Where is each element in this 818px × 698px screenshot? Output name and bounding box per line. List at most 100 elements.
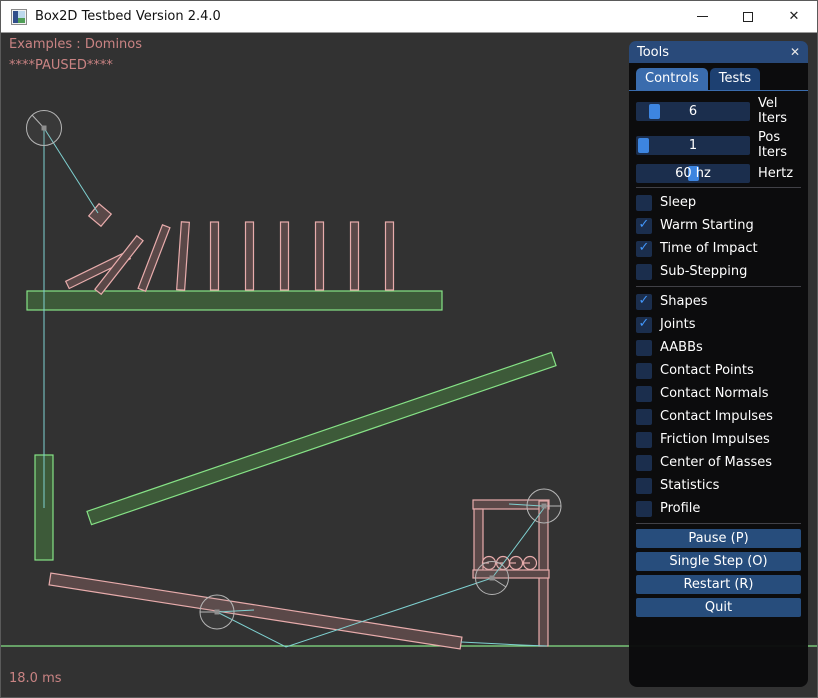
single-step-o-button[interactable]: Single Step (O) [636,552,801,571]
checkbox-statistics[interactable] [636,478,652,494]
tab-tests[interactable]: Tests [710,68,760,90]
checkbox-label: Time of Impact [660,241,758,256]
checkbox-contact-impulses[interactable] [636,409,652,425]
checkbox-label: Warm Starting [660,218,754,233]
checkbox-row-contact-normals[interactable]: Contact Normals [629,382,808,405]
window-controls: ✕ [679,1,817,32]
slider-row-vel-iters: 6 Vel Iters [636,96,801,126]
dynamic-body-0 [89,204,112,227]
checkbox-row-statistics[interactable]: Statistics [629,474,808,497]
restart-r-button[interactable]: Restart (R) [636,575,801,594]
slider-pos-iters[interactable]: 1 [636,136,750,155]
separator [636,187,801,188]
slider-row-pos-iters: 1 Pos Iters [636,130,801,160]
checkbox-warm-starting[interactable]: ✓ [636,218,652,234]
checkbox-label: Contact Normals [660,386,769,401]
checkbox-label: Contact Impulses [660,409,773,424]
check-icon: ✓ [639,294,650,307]
close-icon: ✕ [789,10,800,23]
checkbox-friction-impulses[interactable] [636,432,652,448]
paused-status-text: ****PAUSED**** [9,58,113,73]
separator [636,523,801,524]
dynamic-body-3 [138,225,170,291]
slider-label: Vel Iters [758,96,801,126]
panel-body: 6 Vel Iters 1 Pos Iters 60 hz Hertz Sleep ✓ Warm… [629,91,808,617]
checkbox-shapes[interactable]: ✓ [636,294,652,310]
slider-vel-iters[interactable]: 6 [636,102,750,121]
dynamic-body-5 [211,222,219,290]
checkbox-row-center-of-masses[interactable]: Center of Masses [629,451,808,474]
slider-label: Hertz [758,166,793,181]
app-window: Examples : Dominos ****PAUSED**** 18.0 m… [0,0,818,698]
checkbox-label: Center of Masses [660,455,772,470]
dynamic-body-6 [246,222,254,290]
checkbox-label: Friction Impulses [660,432,770,447]
dynamic-body-10 [386,222,394,290]
checkbox-row-contact-points[interactable]: Contact Points [629,359,808,382]
tools-panel-header[interactable]: Tools ✕ [629,41,808,63]
checkbox-sub-stepping[interactable] [636,264,652,280]
quit-button[interactable]: Quit [636,598,801,617]
checkbox-row-warm-starting[interactable]: ✓ Warm Starting [629,214,808,237]
slider-hertz[interactable]: 60 hz [636,164,750,183]
checkbox-profile[interactable] [636,501,652,517]
checkbox-row-sub-stepping[interactable]: Sub-Stepping [629,260,808,283]
checkbox-row-sleep[interactable]: Sleep [629,191,808,214]
checkbox-contact-normals[interactable] [636,386,652,402]
joint-anchor-3 [542,504,547,509]
checkbox-row-shapes[interactable]: ✓ Shapes [629,290,808,313]
slider-label: Pos Iters [758,130,801,160]
dynamic-body-12 [474,509,483,571]
check-icon: ✓ [639,218,650,231]
checkbox-sleep[interactable] [636,195,652,211]
checkbox-row-contact-impulses[interactable]: Contact Impulses [629,405,808,428]
buttons-block: Pause (P) Single Step (O) Restart (R) Quit [629,527,808,617]
checkbox-row-profile[interactable]: Profile [629,497,808,520]
dynamic-body-9 [351,222,359,290]
tools-panel: Tools ✕ ControlsTests 6 Vel Iters 1 Pos Ite… [629,41,808,687]
checkbox-row-joints[interactable]: ✓ Joints [629,313,808,336]
checkbox-label: Statistics [660,478,719,493]
checkbox-label: Sleep [660,195,696,210]
checkbox-time-of-impact[interactable]: ✓ [636,241,652,257]
panel-close-icon[interactable]: ✕ [790,46,800,58]
checkbox-row-time-of-impact[interactable]: ✓ Time of Impact [629,237,808,260]
dynamic-body-15 [49,573,462,649]
dynamic-body-8 [316,222,324,290]
close-button[interactable]: ✕ [771,1,817,32]
checkbox-row-friction-impulses[interactable]: Friction Impulses [629,428,808,451]
slider-value: 60 hz [636,164,750,183]
static-plank-1 [87,352,556,524]
tools-panel-title: Tools [637,45,669,60]
joint-anchor-0 [42,126,47,131]
maximize-button[interactable] [725,1,771,32]
joint-anchor-2 [490,576,495,581]
checkbox-center-of-masses[interactable] [636,455,652,471]
checkbox-row-aabbs[interactable]: AABBs [629,336,808,359]
joint-anchor-1 [215,610,220,615]
checkbox-label: AABBs [660,340,703,355]
checkbox-label: Profile [660,501,700,516]
check-icon: ✓ [639,317,650,330]
checkbox-joints[interactable]: ✓ [636,317,652,333]
slider-value: 1 [636,136,750,155]
checkbox-contact-points[interactable] [636,363,652,379]
pause-p-button[interactable]: Pause (P) [636,529,801,548]
tab-controls[interactable]: Controls [636,68,708,90]
dynamic-body-4 [177,222,190,290]
minimize-icon [697,16,708,17]
checkbox-label: Contact Points [660,363,754,378]
slider-value: 6 [636,102,750,121]
minimize-button[interactable] [679,1,725,32]
checkbox-aabbs[interactable] [636,340,652,356]
checkbox-label: Sub-Stepping [660,264,747,279]
check-icon: ✓ [639,241,650,254]
checkbox-label: Shapes [660,294,707,309]
checkbox-label: Joints [660,317,696,332]
tab-bar: ControlsTests [629,63,808,91]
app-icon [11,9,27,25]
static-plank-0 [27,291,442,310]
dynamic-body-7 [281,222,289,290]
maximize-icon [743,12,753,22]
example-title-text: Examples : Dominos [9,37,142,52]
